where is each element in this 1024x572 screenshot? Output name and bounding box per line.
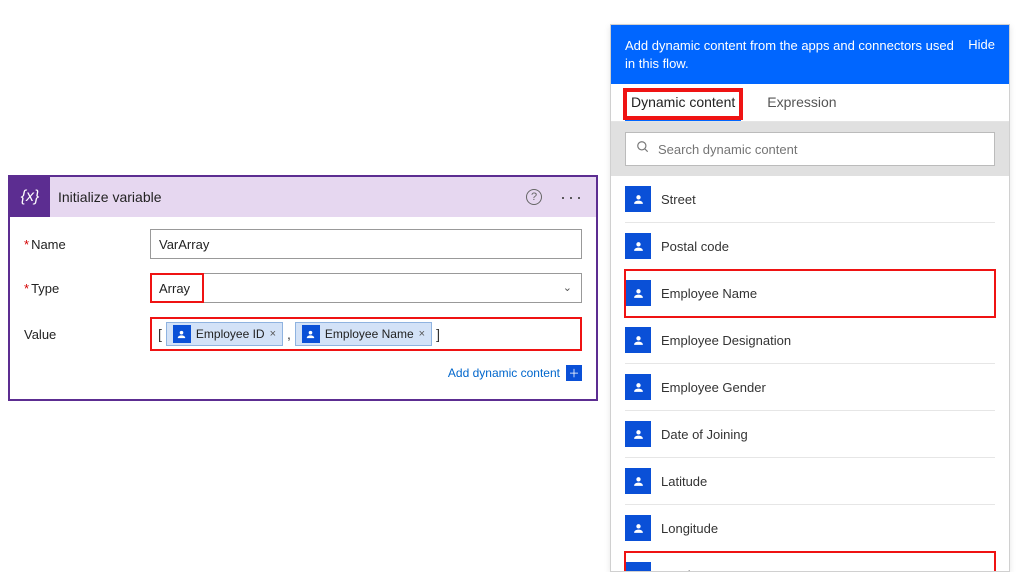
row-name: *Name [24, 229, 582, 259]
plus-icon[interactable]: ＋ [566, 365, 582, 381]
card-menu-ellipsis[interactable]: ··· [556, 187, 588, 208]
list-item[interactable]: Street [625, 176, 995, 223]
item-label: Employee Gender [661, 380, 766, 395]
list-item[interactable]: Employee Gender [625, 364, 995, 411]
search-icon [636, 140, 650, 159]
type-select[interactable]: Array ⌄ [150, 273, 582, 303]
list-item[interactable]: Employee Name [625, 270, 995, 317]
list-item[interactable]: Date of Joining [625, 411, 995, 458]
item-label: Employee Designation [661, 333, 791, 348]
token-remove-icon[interactable]: × [419, 328, 425, 340]
add-dynamic-content-link[interactable]: Add dynamic content [448, 366, 560, 380]
token-icon [302, 325, 320, 343]
variable-icon: {x} [10, 177, 50, 217]
search-box[interactable] [625, 132, 995, 166]
item-icon [625, 327, 651, 353]
bracket-close: ] [436, 326, 440, 342]
panel-tabs: Dynamic content Expression [611, 84, 1009, 122]
value-input[interactable]: [ Employee ID × , Employee Name × ] [150, 317, 582, 351]
add-dynamic-row: Add dynamic content ＋ [24, 365, 582, 381]
panel-description: Add dynamic content from the apps and co… [625, 37, 958, 72]
label-name: *Name [24, 237, 144, 252]
dynamic-content-panel: Add dynamic content from the apps and co… [610, 24, 1010, 572]
bracket-open: [ [158, 326, 162, 342]
item-label: Latitude [661, 474, 707, 489]
type-select-wrap: Array ⌄ [150, 273, 582, 303]
list-item[interactable]: Longitude [625, 505, 995, 552]
card-body: *Name *Type Array ⌄ Value [ Employee ID … [10, 217, 596, 399]
row-value: Value [ Employee ID × , Employee Name × … [24, 317, 582, 351]
tab-expression[interactable]: Expression [767, 94, 836, 121]
token-employee-id[interactable]: Employee ID × [166, 322, 283, 346]
item-icon [625, 468, 651, 494]
item-icon [625, 421, 651, 447]
token-separator: , [287, 326, 291, 342]
list-item[interactable]: Postal code [625, 223, 995, 270]
item-icon [625, 374, 651, 400]
list-item[interactable]: Employee Designation [625, 317, 995, 364]
search-input[interactable] [658, 142, 984, 157]
item-icon [625, 515, 651, 541]
initialize-variable-card: {x} Initialize variable ? ··· *Name *Typ… [8, 175, 598, 401]
token-remove-icon[interactable]: × [270, 328, 276, 340]
card-title: Initialize variable [58, 189, 518, 205]
help-icon[interactable]: ? [526, 189, 542, 205]
search-wrap [611, 122, 1009, 176]
item-label: Date of Joining [661, 427, 748, 442]
panel-header: Add dynamic content from the apps and co… [611, 25, 1009, 84]
name-input[interactable] [150, 229, 582, 259]
item-label: Street [661, 192, 696, 207]
item-icon [625, 280, 651, 306]
label-type: *Type [24, 281, 144, 296]
item-icon [625, 562, 651, 571]
item-icon [625, 233, 651, 259]
tab-dynamic-content[interactable]: Dynamic content [625, 94, 741, 121]
item-list[interactable]: Street Postal code Employee Name Employee D… [611, 176, 1009, 571]
chevron-down-icon: ⌄ [563, 281, 572, 294]
list-item[interactable]: Employee ID [625, 552, 995, 571]
token-employee-name[interactable]: Employee Name × [295, 322, 432, 346]
item-label: Employee Name [661, 286, 757, 301]
item-label: Longitude [661, 521, 718, 536]
item-icon [625, 186, 651, 212]
token-icon [173, 325, 191, 343]
row-type: *Type Array ⌄ [24, 273, 582, 303]
label-value: Value [24, 327, 144, 342]
item-label: Employee ID [661, 568, 735, 571]
type-value: Array [159, 281, 190, 296]
card-header: {x} Initialize variable ? ··· [10, 177, 596, 217]
hide-button[interactable]: Hide [968, 37, 995, 52]
item-label: Postal code [661, 239, 729, 254]
list-item[interactable]: Latitude [625, 458, 995, 505]
